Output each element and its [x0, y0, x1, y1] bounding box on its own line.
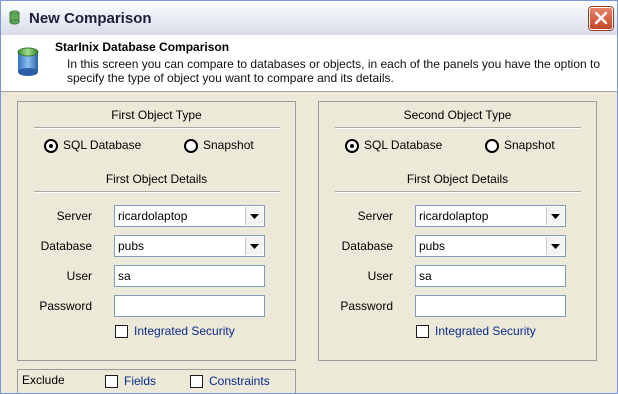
second-password-input[interactable] [415, 295, 566, 317]
second-object-type-title: Second Object Type [403, 108, 512, 122]
dropdown-button[interactable] [546, 207, 564, 225]
database-value: pubs [118, 239, 145, 253]
checkbox-label: Fields [124, 374, 157, 388]
radio-label: SQL Database [364, 138, 443, 152]
header-description: In this screen you can compare to databa… [67, 57, 601, 85]
checkbox-box [115, 325, 128, 338]
first-object-type-title: First Object Type [111, 108, 202, 122]
server-label: Server [357, 209, 393, 223]
radio-label: Snapshot [203, 138, 254, 152]
database-icon [17, 47, 39, 76]
exclude-label: Exclude [22, 373, 65, 387]
divider [34, 191, 280, 193]
divider [34, 127, 280, 129]
first-password-input[interactable] [114, 295, 265, 317]
checkbox-label: Integrated Security [435, 324, 536, 338]
title-bar: New Comparison [1, 1, 617, 36]
database-value: pubs [419, 239, 446, 253]
second-object-panel: Second Object Type SQL Database Snapshot… [318, 101, 597, 361]
radio-label: Snapshot [504, 138, 555, 152]
app-icon [9, 10, 20, 25]
user-label: User [66, 269, 92, 283]
user-label: User [367, 269, 393, 283]
radio-circle-checked [345, 139, 359, 153]
dropdown-button[interactable] [245, 207, 263, 225]
header-panel: StarInix Database Comparison In this scr… [1, 35, 617, 92]
user-value: sa [118, 269, 131, 283]
database-label: Database [40, 239, 92, 253]
header-heading: StarInix Database Comparison [55, 40, 230, 54]
server-value: ricardolaptop [118, 209, 188, 223]
password-label: Password [39, 299, 92, 313]
window-title: New Comparison [29, 10, 152, 27]
radio-circle [184, 139, 198, 153]
chevron-down-icon [250, 214, 259, 219]
first-user-input[interactable]: sa [114, 265, 265, 287]
second-object-details-title: First Object Details [406, 172, 509, 186]
chevron-down-icon [551, 214, 560, 219]
dropdown-button[interactable] [546, 237, 564, 255]
password-label: Password [340, 299, 393, 313]
first-server-select[interactable]: ricardolaptop [114, 205, 265, 227]
first-database-select[interactable]: pubs [114, 235, 265, 257]
chevron-down-icon [551, 244, 560, 249]
checkbox-box [416, 325, 429, 338]
checkbox-label: Constraints [209, 374, 270, 388]
first-object-details-title: First Object Details [105, 172, 208, 186]
checkbox-label: Integrated Security [134, 324, 235, 338]
radio-label: SQL Database [63, 138, 142, 152]
divider [335, 191, 581, 193]
second-server-select[interactable]: ricardolaptop [415, 205, 566, 227]
dropdown-button[interactable] [245, 237, 263, 255]
chevron-down-icon [250, 244, 259, 249]
radio-circle [485, 139, 499, 153]
first-object-panel: First Object Type SQL Database Snapshot … [17, 101, 296, 361]
server-value: ricardolaptop [419, 209, 489, 223]
divider [335, 127, 581, 129]
server-label: Server [56, 209, 92, 223]
second-database-select[interactable]: pubs [415, 235, 566, 257]
new-comparison-window: New Comparison StarInix Database Compari… [0, 0, 618, 394]
second-user-input[interactable]: sa [415, 265, 566, 287]
exclude-group: Exclude Fields Constraints [17, 369, 296, 393]
radio-circle-checked [44, 139, 58, 153]
checkbox-box [105, 375, 118, 388]
close-icon [594, 11, 608, 25]
database-label: Database [341, 239, 393, 253]
checkbox-box [190, 375, 203, 388]
user-value: sa [419, 269, 432, 283]
close-button[interactable] [589, 7, 613, 30]
